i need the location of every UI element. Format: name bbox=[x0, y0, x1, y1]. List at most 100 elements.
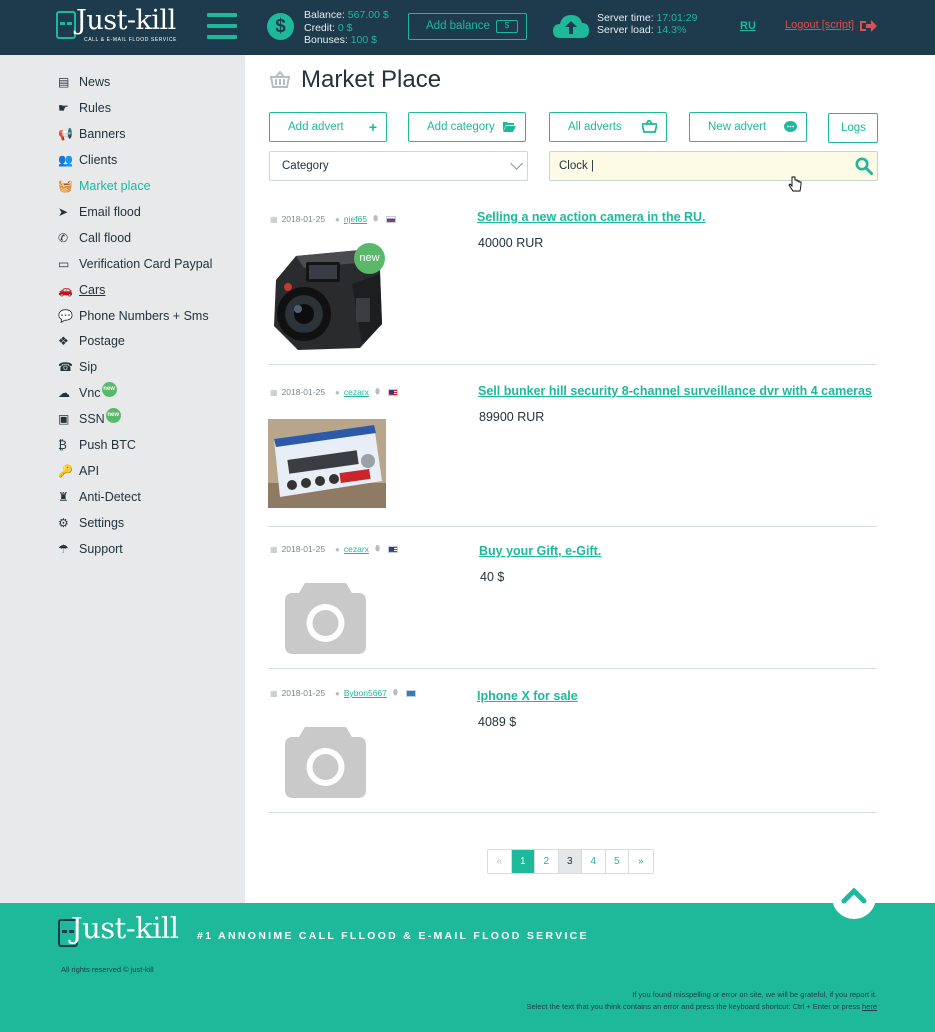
listing-thumbnail[interactable]: new bbox=[268, 240, 390, 360]
listing-row: ▦ 2018-01-25 ● njef65 ⬮ Selling a new action … bbox=[268, 200, 877, 365]
sidebar-item-support[interactable]: ☂ Support bbox=[58, 539, 123, 559]
car-icon: 🚗 bbox=[58, 283, 73, 297]
mask-icon bbox=[56, 11, 76, 39]
logs-button[interactable]: Logs bbox=[828, 113, 878, 143]
pagination-page[interactable]: 4 bbox=[582, 850, 606, 873]
listing-title-link[interactable]: Buy your Gift, e-Gift. bbox=[479, 544, 601, 558]
footer-tagline: #1 ANNONIME CALL FLLOOD & E-MAIL FLOOD S… bbox=[197, 930, 589, 942]
hand-cursor-icon bbox=[788, 176, 802, 192]
chat-bubble-icon bbox=[784, 121, 797, 132]
balance-value: 567.00 $ bbox=[347, 9, 389, 21]
sidebar-item-cars[interactable]: 🚗 Cars bbox=[58, 280, 105, 300]
add-advert-button[interactable]: Add advert + bbox=[269, 112, 387, 142]
hand-point-icon: ☛ bbox=[58, 101, 69, 115]
listing-row: ▦ 2018-01-25 ● cezarx ⬮ Sell bunker hill secu… bbox=[268, 365, 877, 527]
top-header: Just-kill CALL & E-MAIL FLOOD SERVICE $ … bbox=[0, 0, 935, 55]
users-icon: 👥 bbox=[58, 153, 73, 167]
new-badge: new bbox=[105, 407, 121, 423]
pagination-next[interactable]: » bbox=[629, 850, 653, 873]
listing-meta: ▦ 2018-01-25 ● cezarx ⬮ bbox=[270, 387, 398, 397]
sidebar-item-label: Postage bbox=[79, 334, 125, 348]
calendar-icon: ▦ bbox=[270, 544, 278, 554]
listing-title-link[interactable]: Iphone X for sale bbox=[477, 689, 578, 703]
listing-row: ▦ 2018-01-25 ● Bybon5667 ⬮ Iphone X for sale 4… bbox=[268, 669, 877, 813]
logout-icon[interactable] bbox=[859, 19, 877, 33]
sidebar-item-api[interactable]: 🔑 API bbox=[58, 461, 99, 481]
sidebar-item-label: Push BTC bbox=[79, 438, 136, 452]
camera-placeholder-icon[interactable] bbox=[285, 727, 366, 798]
listing-date: 2018-01-25 bbox=[281, 688, 326, 698]
listing-user-link[interactable]: cezarx bbox=[344, 387, 369, 397]
listing-title-link[interactable]: Sell bunker hill security 8-channel surv… bbox=[478, 384, 872, 398]
add-balance-button[interactable]: Add balance $ bbox=[408, 13, 527, 40]
sidebar-item-email-flood[interactable]: ➤ Email flood bbox=[58, 202, 141, 222]
logout-link[interactable]: Logout [script] bbox=[785, 19, 854, 31]
add-category-button[interactable]: Add category bbox=[408, 112, 526, 142]
listing-user-link[interactable]: njef65 bbox=[344, 214, 367, 224]
listing-user-link[interactable]: cezarx bbox=[344, 544, 369, 554]
footer-logo[interactable]: Just-kill bbox=[58, 911, 180, 948]
android-icon: ☁ bbox=[58, 386, 70, 400]
sidebar-item-postage[interactable]: ❖ Postage bbox=[58, 331, 125, 351]
sidebar-item-market-place[interactable]: 🧺 Market place bbox=[58, 176, 151, 196]
listing-user-link[interactable]: Bybon5667 bbox=[344, 688, 387, 698]
map-marker-icon: ⬮ bbox=[392, 688, 398, 697]
sip-phone-icon: ☎ bbox=[58, 360, 73, 374]
sidebar-item-clients[interactable]: 👥 Clients bbox=[58, 150, 117, 170]
map-marker-icon: ⬮ bbox=[374, 387, 380, 396]
search-input[interactable]: Clock | bbox=[549, 151, 878, 181]
basket-icon bbox=[642, 120, 657, 133]
language-switch[interactable]: RU bbox=[740, 20, 756, 32]
user-icon: ● bbox=[335, 544, 340, 554]
country-flag-icon bbox=[405, 689, 416, 697]
sidebar-item-label: Cars bbox=[79, 283, 106, 297]
new-advert-button[interactable]: New advert bbox=[689, 112, 807, 142]
key-icon: 🔑 bbox=[58, 464, 73, 478]
paper-plane-icon: ➤ bbox=[58, 205, 69, 219]
category-select[interactable]: Category bbox=[269, 151, 528, 181]
menu-toggle-icon[interactable] bbox=[207, 13, 237, 39]
user-secret-icon: ♜ bbox=[58, 490, 69, 504]
pagination-page[interactable]: 5 bbox=[605, 850, 629, 873]
sidebar-item-sip[interactable]: ☎ Sip bbox=[58, 357, 97, 377]
listing-meta: ▦ 2018-01-25 ● cezarx ⬮ bbox=[270, 544, 398, 554]
sidebar-item-label: Email flood bbox=[79, 205, 141, 219]
sidebar-item-banners[interactable]: 📢 Banners bbox=[58, 124, 126, 144]
sidebar-item-vnc[interactable]: ☁ Vnc new bbox=[58, 381, 117, 403]
listing-meta: ▦ 2018-01-25 ● njef65 ⬮ bbox=[270, 214, 397, 224]
sidebar-item-settings[interactable]: ⚙ Settings bbox=[58, 513, 124, 533]
sidebar-item-label: Verification Card Paypal bbox=[79, 257, 213, 271]
scroll-to-top-button[interactable] bbox=[832, 875, 876, 919]
folder-open-icon bbox=[503, 122, 516, 132]
sidebar-item-phone-numbers-sms[interactable]: 💬 Phone Numbers + Sms bbox=[58, 306, 209, 326]
sidebar-item-label: Clients bbox=[79, 153, 118, 167]
sidebar-item-verification-card-paypal[interactable]: ▭ Verification Card Paypal bbox=[58, 254, 212, 274]
country-flag-icon bbox=[386, 215, 397, 223]
basket-icon: 🧺 bbox=[58, 179, 73, 193]
pagination-page[interactable]: 1 bbox=[511, 850, 535, 873]
report-here-link[interactable]: here bbox=[862, 1002, 877, 1011]
listing-thumbnail[interactable] bbox=[268, 419, 386, 513]
sidebar-item-label: Market place bbox=[79, 179, 151, 193]
sidebar-item-label: Banners bbox=[79, 127, 126, 141]
sidebar-item-ssn[interactable]: ▣ SSN new bbox=[58, 407, 121, 429]
sidebar-item-push-btc[interactable]: ₿ Push BTC bbox=[58, 435, 136, 455]
all-adverts-button[interactable]: All adverts bbox=[549, 112, 667, 142]
pagination-page[interactable]: 2 bbox=[535, 850, 559, 873]
pagination-prev[interactable]: « bbox=[488, 850, 512, 873]
pagination: «1 2 3 4 5» bbox=[487, 849, 654, 874]
site-logo[interactable]: Just-kill CALL & E-MAIL FLOOD SERVICE bbox=[56, 5, 176, 43]
sidebar-item-anti-detect[interactable]: ♜ Anti-Detect bbox=[58, 487, 141, 507]
sidebar-item-label: Phone Numbers + Sms bbox=[79, 309, 209, 323]
listing-title-link[interactable]: Selling a new action camera in the RU. bbox=[477, 210, 706, 224]
balance-info: Balance: 567.00 $ Credit: 0 $ Bonuses: 1… bbox=[304, 9, 389, 46]
chevron-down-icon bbox=[510, 157, 523, 170]
camera-placeholder-icon[interactable] bbox=[285, 583, 366, 654]
new-badge: new bbox=[101, 381, 117, 397]
sidebar-item-call-flood[interactable]: ✆ Call flood bbox=[58, 228, 131, 248]
search-icon[interactable] bbox=[855, 157, 873, 175]
sidebar-item-rules[interactable]: ☛ Rules bbox=[58, 98, 111, 118]
pagination-page[interactable]: 3 bbox=[558, 850, 582, 873]
bonuses-value: 100 $ bbox=[350, 34, 377, 46]
sidebar-item-news[interactable]: ▤ News bbox=[58, 72, 110, 92]
